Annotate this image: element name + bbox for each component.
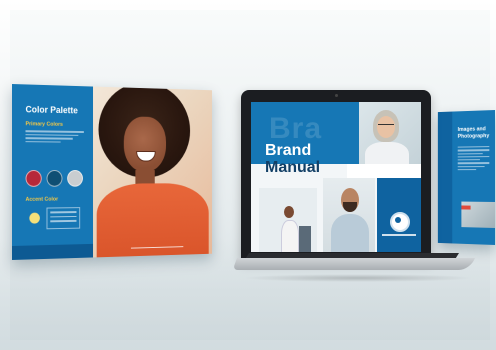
primary-swatch-gray (67, 170, 83, 187)
man-shirt (331, 214, 369, 252)
accent-swatch (29, 212, 40, 224)
primary-swatch-red (25, 170, 42, 187)
accent-color-heading: Accent Color (25, 196, 59, 203)
page-footer-bar (12, 243, 94, 260)
smiling-woman-photo (93, 86, 213, 258)
laptop-shadow (243, 274, 473, 282)
cover-title-brand: Brand (265, 142, 312, 159)
speaker-body (281, 220, 299, 252)
cover-white-band (347, 164, 421, 178)
mockup-scene: Color Palette Primary Colors Accent Colo… (0, 0, 496, 350)
body-text-lines (457, 146, 490, 172)
images-photography-title: Images and Photography (457, 126, 490, 140)
images-photography-page: Images and Photography (437, 110, 495, 245)
cover-watermark: Bra (269, 112, 323, 145)
left-page-mockup: Color Palette Primary Colors Accent Colo… (12, 84, 213, 260)
laptop-mockup: Bra Brand Manual (232, 90, 475, 285)
right-page-mockup: Images and Photography (437, 110, 495, 245)
page-side-stripe (437, 111, 453, 244)
woman-face (123, 116, 167, 172)
primary-colors-heading: Primary Colors (25, 121, 63, 128)
laptop-lid: Bra Brand Manual (241, 90, 431, 260)
podium (299, 226, 311, 252)
primary-swatch-navy (46, 170, 63, 187)
portrait-glasses (378, 124, 394, 128)
logo-caption-line (382, 234, 416, 236)
speaker-head (284, 206, 294, 218)
webcam-icon (335, 94, 338, 97)
laptop-screen: Bra Brand Manual (251, 102, 421, 252)
accent-info-box (46, 207, 81, 230)
color-palette-title: Color Palette (25, 104, 78, 116)
logo-center (395, 217, 401, 223)
body-text-lines (25, 130, 84, 145)
color-palette-page: Color Palette Primary Colors Accent Colo… (12, 84, 213, 260)
color-palette-column: Color Palette Primary Colors Accent Colo… (12, 84, 94, 260)
red-accent-tag (461, 205, 471, 210)
laptop-base (232, 258, 475, 270)
cover-title-manual: Manual (265, 159, 321, 176)
